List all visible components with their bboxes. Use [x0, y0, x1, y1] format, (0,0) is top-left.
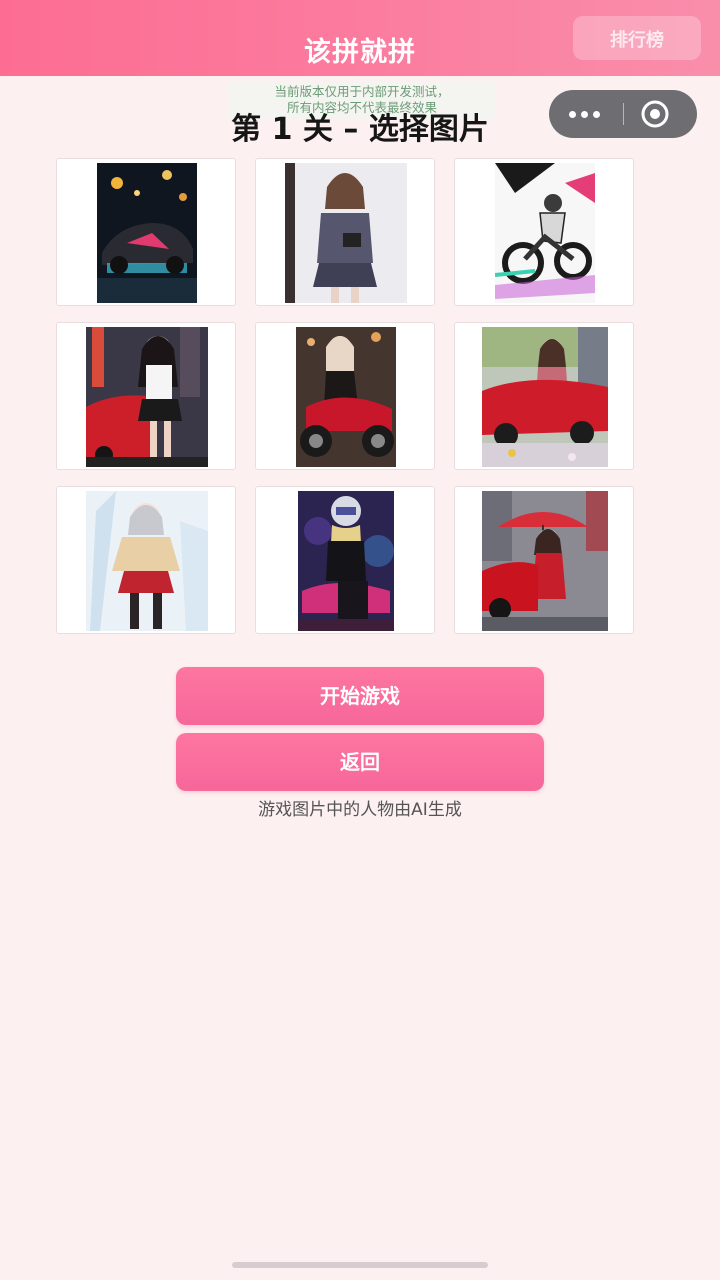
home-indicator[interactable] — [232, 1262, 488, 1268]
image-tile-helmet-girl-on-motorcycle[interactable] — [255, 486, 435, 634]
girl-in-red-skirt-image — [86, 491, 208, 631]
night-sports-car-image — [97, 163, 197, 303]
girl-on-red-motorcycle-image — [296, 327, 396, 467]
image-tile-motorcycle-sketch[interactable] — [454, 158, 634, 306]
dev-notice-line1: 当前版本仅用于内部开发测试， — [274, 84, 450, 99]
image-tile-girl-with-red-car-city[interactable] — [56, 322, 236, 470]
girl-with-red-car-city-image — [86, 327, 208, 467]
girl-with-red-umbrella-image — [482, 491, 608, 631]
start-game-button[interactable]: 开始游戏 — [176, 667, 544, 725]
miniprogram-capsule — [549, 90, 697, 138]
image-tile-night-sports-car[interactable] — [56, 158, 236, 306]
girl-on-red-car-flowers-image — [482, 327, 608, 467]
ai-disclaimer-text: 游戏图片中的人物由AI生成 — [258, 800, 462, 820]
target-close-icon[interactable] — [635, 94, 675, 134]
image-tile-girl-in-uniform[interactable] — [255, 158, 435, 306]
back-button[interactable]: 返回 — [176, 733, 544, 791]
helmet-girl-on-motorcycle-image — [298, 491, 394, 631]
more-dots-icon[interactable] — [565, 90, 621, 138]
image-tile-girl-with-red-umbrella[interactable] — [454, 486, 634, 634]
capsule-divider — [623, 103, 624, 125]
image-tile-girl-on-red-motorcycle[interactable] — [255, 322, 435, 470]
image-tile-girl-in-red-skirt[interactable] — [56, 486, 236, 634]
image-tile-girl-on-red-car-flowers[interactable] — [454, 322, 634, 470]
motorcycle-sketch-image — [495, 163, 595, 303]
header-bar: 该拼就拼 排行榜 — [0, 0, 720, 76]
girl-in-uniform-image — [285, 163, 407, 303]
leaderboard-button[interactable]: 排行榜 — [573, 16, 701, 60]
